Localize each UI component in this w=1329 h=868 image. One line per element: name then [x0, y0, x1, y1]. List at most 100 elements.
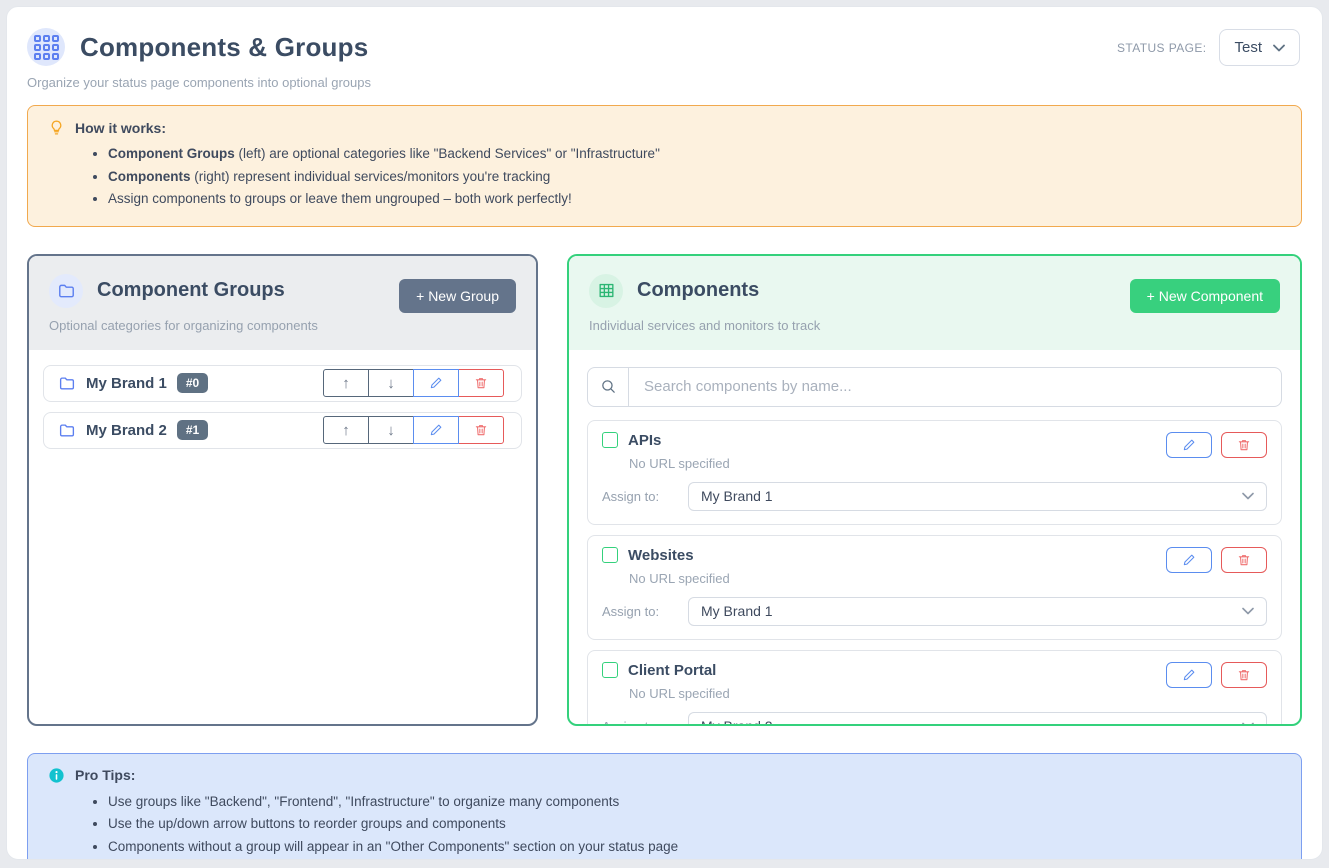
edit-group-button[interactable] [413, 416, 459, 444]
status-page-value: Test [1234, 39, 1262, 56]
move-group-up-button[interactable]: ↑ [323, 369, 369, 397]
chevron-down-icon [1242, 607, 1254, 615]
component-name: APIs [628, 432, 661, 449]
arrow-down-icon: ↓ [387, 422, 395, 439]
component-checkbox[interactable] [602, 662, 618, 678]
assign-to-label: Assign to: [602, 489, 675, 504]
pro-tip-item: Use groups like "Backend", "Frontend", "… [108, 791, 1281, 814]
assigned-group-value: My Brand 2 [701, 718, 773, 726]
how-it-works-item: Assign components to groups or leave the… [108, 188, 1281, 211]
edit-component-button[interactable] [1166, 432, 1212, 458]
new-group-button[interactable]: + New Group [399, 279, 516, 313]
edit-group-button[interactable] [413, 369, 459, 397]
arrow-up-icon: ↑ [342, 375, 350, 392]
assign-group-select[interactable]: My Brand 1 [688, 597, 1267, 626]
component-url-note: No URL specified [629, 686, 730, 701]
components-panel: Components Individual services and monit… [567, 254, 1302, 726]
pro-tip-item: Use the up/down arrow buttons to reorder… [108, 813, 1281, 836]
component-groups-subtitle: Optional categories for organizing compo… [49, 318, 516, 333]
folder-icon [58, 374, 76, 392]
delete-component-button[interactable] [1221, 662, 1267, 688]
component-groups-panel: Component Groups Optional categories for… [27, 254, 538, 726]
new-component-button[interactable]: + New Component [1130, 279, 1280, 313]
chevron-down-icon [1242, 492, 1254, 500]
page-title: Components & Groups [80, 32, 368, 63]
delete-component-button[interactable] [1221, 547, 1267, 573]
components-header: Components Individual services and monit… [569, 256, 1300, 350]
arrow-down-icon: ↓ [387, 375, 395, 392]
how-it-works-item: Component Groups (left) are optional cat… [108, 143, 1281, 166]
group-list: My Brand 1 #0 ↑ ↓ My Brand 2 #1 [29, 350, 536, 724]
chevron-down-icon [1273, 44, 1285, 52]
trash-icon [474, 376, 488, 390]
edit-component-button[interactable] [1166, 547, 1212, 573]
delete-component-button[interactable] [1221, 432, 1267, 458]
group-actions: ↑ ↓ [323, 369, 504, 397]
component-search-bar [587, 367, 1282, 407]
component-groups-header: Component Groups Optional categories for… [29, 256, 536, 350]
move-group-up-button[interactable]: ↑ [323, 416, 369, 444]
how-it-works-list: Component Groups (left) are optional cat… [48, 143, 1281, 211]
component-checkbox[interactable] [602, 432, 618, 448]
component-name: Client Portal [628, 662, 716, 679]
edit-component-button[interactable] [1166, 662, 1212, 688]
component-name: Websites [628, 547, 694, 564]
group-name: My Brand 1 [86, 375, 167, 392]
trash-icon [1237, 438, 1251, 452]
component-actions [1166, 432, 1267, 458]
group-order-badge: #0 [177, 373, 208, 393]
components-title: Components [637, 279, 759, 302]
trash-icon [474, 423, 488, 437]
move-group-down-button[interactable]: ↓ [368, 369, 414, 397]
assign-group-select[interactable]: My Brand 2 [688, 712, 1267, 726]
chevron-down-icon [1242, 722, 1254, 726]
group-actions: ↑ ↓ [323, 416, 504, 444]
search-icon [588, 368, 629, 406]
lightbulb-icon [48, 119, 65, 136]
component-actions [1166, 662, 1267, 688]
components-grid-icon [27, 28, 65, 66]
table-grid-icon [589, 274, 623, 308]
trash-icon [1237, 668, 1251, 682]
component-card: Websites No URL specified Assign to: My … [587, 535, 1282, 640]
move-group-down-button[interactable]: ↓ [368, 416, 414, 444]
components-subtitle: Individual services and monitors to trac… [589, 318, 1280, 333]
assign-to-label: Assign to: [602, 604, 675, 619]
page-header: Components & Groups Organize your status… [27, 28, 1302, 90]
assign-group-select[interactable]: My Brand 1 [688, 482, 1267, 511]
pencil-icon [429, 376, 443, 390]
component-card: APIs No URL specified Assign to: My Bran… [587, 420, 1282, 525]
group-name: My Brand 2 [86, 422, 167, 439]
component-card: Client Portal No URL specified Assign to… [587, 650, 1282, 726]
page-subtitle: Organize your status page components int… [27, 75, 1302, 90]
group-order-badge: #1 [177, 420, 208, 440]
pro-tip-item: Components without a group will appear i… [108, 836, 1281, 859]
pro-tips-title: Pro Tips: [75, 767, 135, 783]
folder-icon [49, 274, 83, 308]
info-icon [48, 767, 65, 784]
pencil-icon [1182, 553, 1196, 567]
how-it-works-title: How it works: [75, 120, 166, 136]
group-row: My Brand 1 #0 ↑ ↓ [43, 365, 522, 402]
search-components-input[interactable] [629, 368, 1281, 406]
how-it-works-box: How it works: Component Groups (left) ar… [27, 105, 1302, 227]
status-page-label: STATUS PAGE: [1117, 41, 1206, 55]
component-actions [1166, 547, 1267, 573]
component-url-note: No URL specified [629, 571, 730, 586]
component-checkbox[interactable] [602, 547, 618, 563]
group-row: My Brand 2 #1 ↑ ↓ [43, 412, 522, 449]
delete-group-button[interactable] [458, 416, 504, 444]
pro-tips-list: Use groups like "Backend", "Frontend", "… [48, 791, 1281, 859]
pro-tips-box: Pro Tips: Use groups like "Backend", "Fr… [27, 753, 1302, 860]
components-body: APIs No URL specified Assign to: My Bran… [569, 350, 1300, 726]
component-url-note: No URL specified [629, 456, 730, 471]
assign-to-label: Assign to: [602, 719, 675, 726]
status-page-select[interactable]: Test [1219, 29, 1300, 66]
how-it-works-item: Components (right) represent individual … [108, 166, 1281, 189]
delete-group-button[interactable] [458, 369, 504, 397]
assigned-group-value: My Brand 1 [701, 488, 773, 504]
page-card: Components & Groups Organize your status… [6, 6, 1323, 860]
folder-icon [58, 421, 76, 439]
component-groups-title: Component Groups [97, 279, 285, 302]
pencil-icon [1182, 668, 1196, 682]
